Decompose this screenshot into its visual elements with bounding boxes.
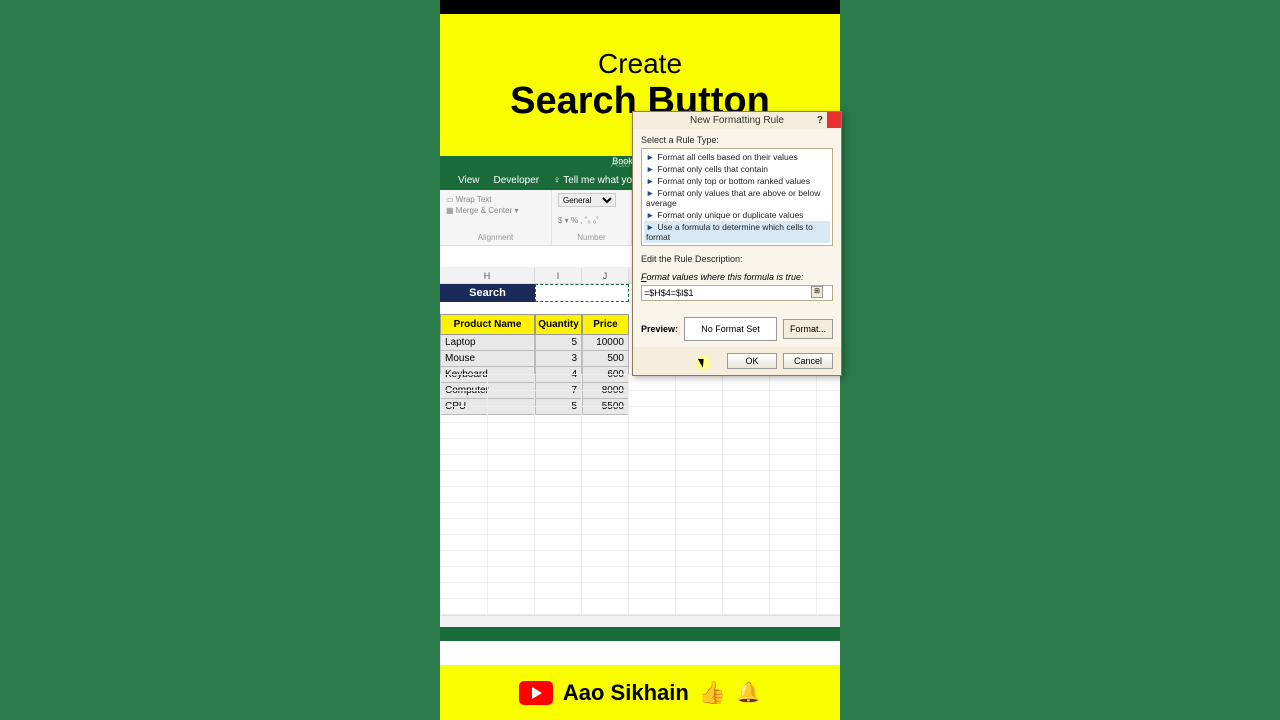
- header-quantity[interactable]: Quantity: [535, 314, 582, 335]
- search-input-cell[interactable]: [535, 284, 629, 302]
- alignment-group: ▭ Wrap Text ▦ Merge & Center ▾ Alignment: [440, 190, 552, 245]
- mouse-cursor: [694, 354, 712, 372]
- range-selector-icon[interactable]: ⊞: [811, 286, 823, 298]
- rule-option[interactable]: ►Format only cells that contain: [644, 163, 830, 175]
- col-j[interactable]: J: [582, 268, 629, 283]
- rule-type-list[interactable]: ►Format all cells based on their values …: [641, 148, 833, 246]
- header-product[interactable]: Product Name: [440, 314, 535, 335]
- rule-option-selected[interactable]: ►Use a formula to determine which cells …: [644, 221, 830, 243]
- dialog-body: Select a Rule Type: ►Format all cells ba…: [633, 129, 841, 347]
- close-icon[interactable]: [827, 112, 841, 128]
- horizontal-scrollbar[interactable]: [440, 615, 840, 627]
- new-formatting-rule-dialog: New Formatting Rule ? Select a Rule Type…: [632, 111, 842, 376]
- dialog-title-text: New Formatting Rule: [690, 115, 784, 126]
- rule-option[interactable]: ►Format only unique or duplicate values: [644, 209, 830, 221]
- preview-row: Preview: No Format Set Format...: [641, 317, 833, 341]
- dialog-titlebar[interactable]: New Formatting Rule ?: [633, 112, 841, 129]
- ok-button[interactable]: OK: [727, 353, 777, 369]
- wrap-text-button[interactable]: ▭ Wrap Text: [446, 195, 545, 204]
- search-label-cell[interactable]: Search: [440, 284, 535, 302]
- help-icon[interactable]: ?: [817, 115, 823, 126]
- cancel-button[interactable]: Cancel: [783, 353, 833, 369]
- tab-view[interactable]: View: [458, 175, 480, 186]
- col-h[interactable]: H: [440, 268, 535, 283]
- tab-developer[interactable]: Developer: [494, 175, 540, 186]
- col-i[interactable]: I: [535, 268, 582, 283]
- rule-option[interactable]: ►Format only values that are above or be…: [644, 187, 830, 209]
- number-group: General $ ▾ % , ˚₀ ₀˚ Number: [552, 190, 632, 245]
- header-price[interactable]: Price: [582, 314, 629, 335]
- dialog-buttons: OK Cancel: [633, 347, 841, 375]
- thumbs-up-icon: 👍: [699, 680, 726, 706]
- number-label: Number: [558, 233, 625, 242]
- rule-option[interactable]: ►Format all cells based on their values: [644, 151, 830, 163]
- format-button[interactable]: Format...: [783, 319, 833, 339]
- channel-name: Aao Sikhain: [563, 680, 689, 706]
- number-format-select[interactable]: General: [558, 193, 616, 207]
- merge-center-button[interactable]: ▦ Merge & Center ▾: [446, 206, 545, 215]
- preview-label: Preview:: [641, 324, 678, 334]
- formula-input[interactable]: [641, 285, 833, 301]
- banner-line1: Create: [598, 48, 682, 80]
- youtube-icon: [519, 681, 553, 705]
- empty-grid[interactable]: [440, 374, 840, 641]
- edit-description-label: Edit the Rule Description:: [641, 254, 833, 264]
- status-bar: [440, 627, 840, 641]
- rule-option[interactable]: ►Format only top or bottom ranked values: [644, 175, 830, 187]
- alignment-label: Alignment: [446, 233, 545, 242]
- formula-label: Format values where this formula is true…: [641, 272, 833, 282]
- footer-banner: Aao Sikhain 👍 🔔: [440, 665, 840, 720]
- top-black-bar: [440, 0, 840, 14]
- preview-box: No Format Set: [684, 317, 777, 341]
- bell-icon: 🔔: [736, 680, 761, 705]
- select-rule-label: Select a Rule Type:: [641, 135, 833, 145]
